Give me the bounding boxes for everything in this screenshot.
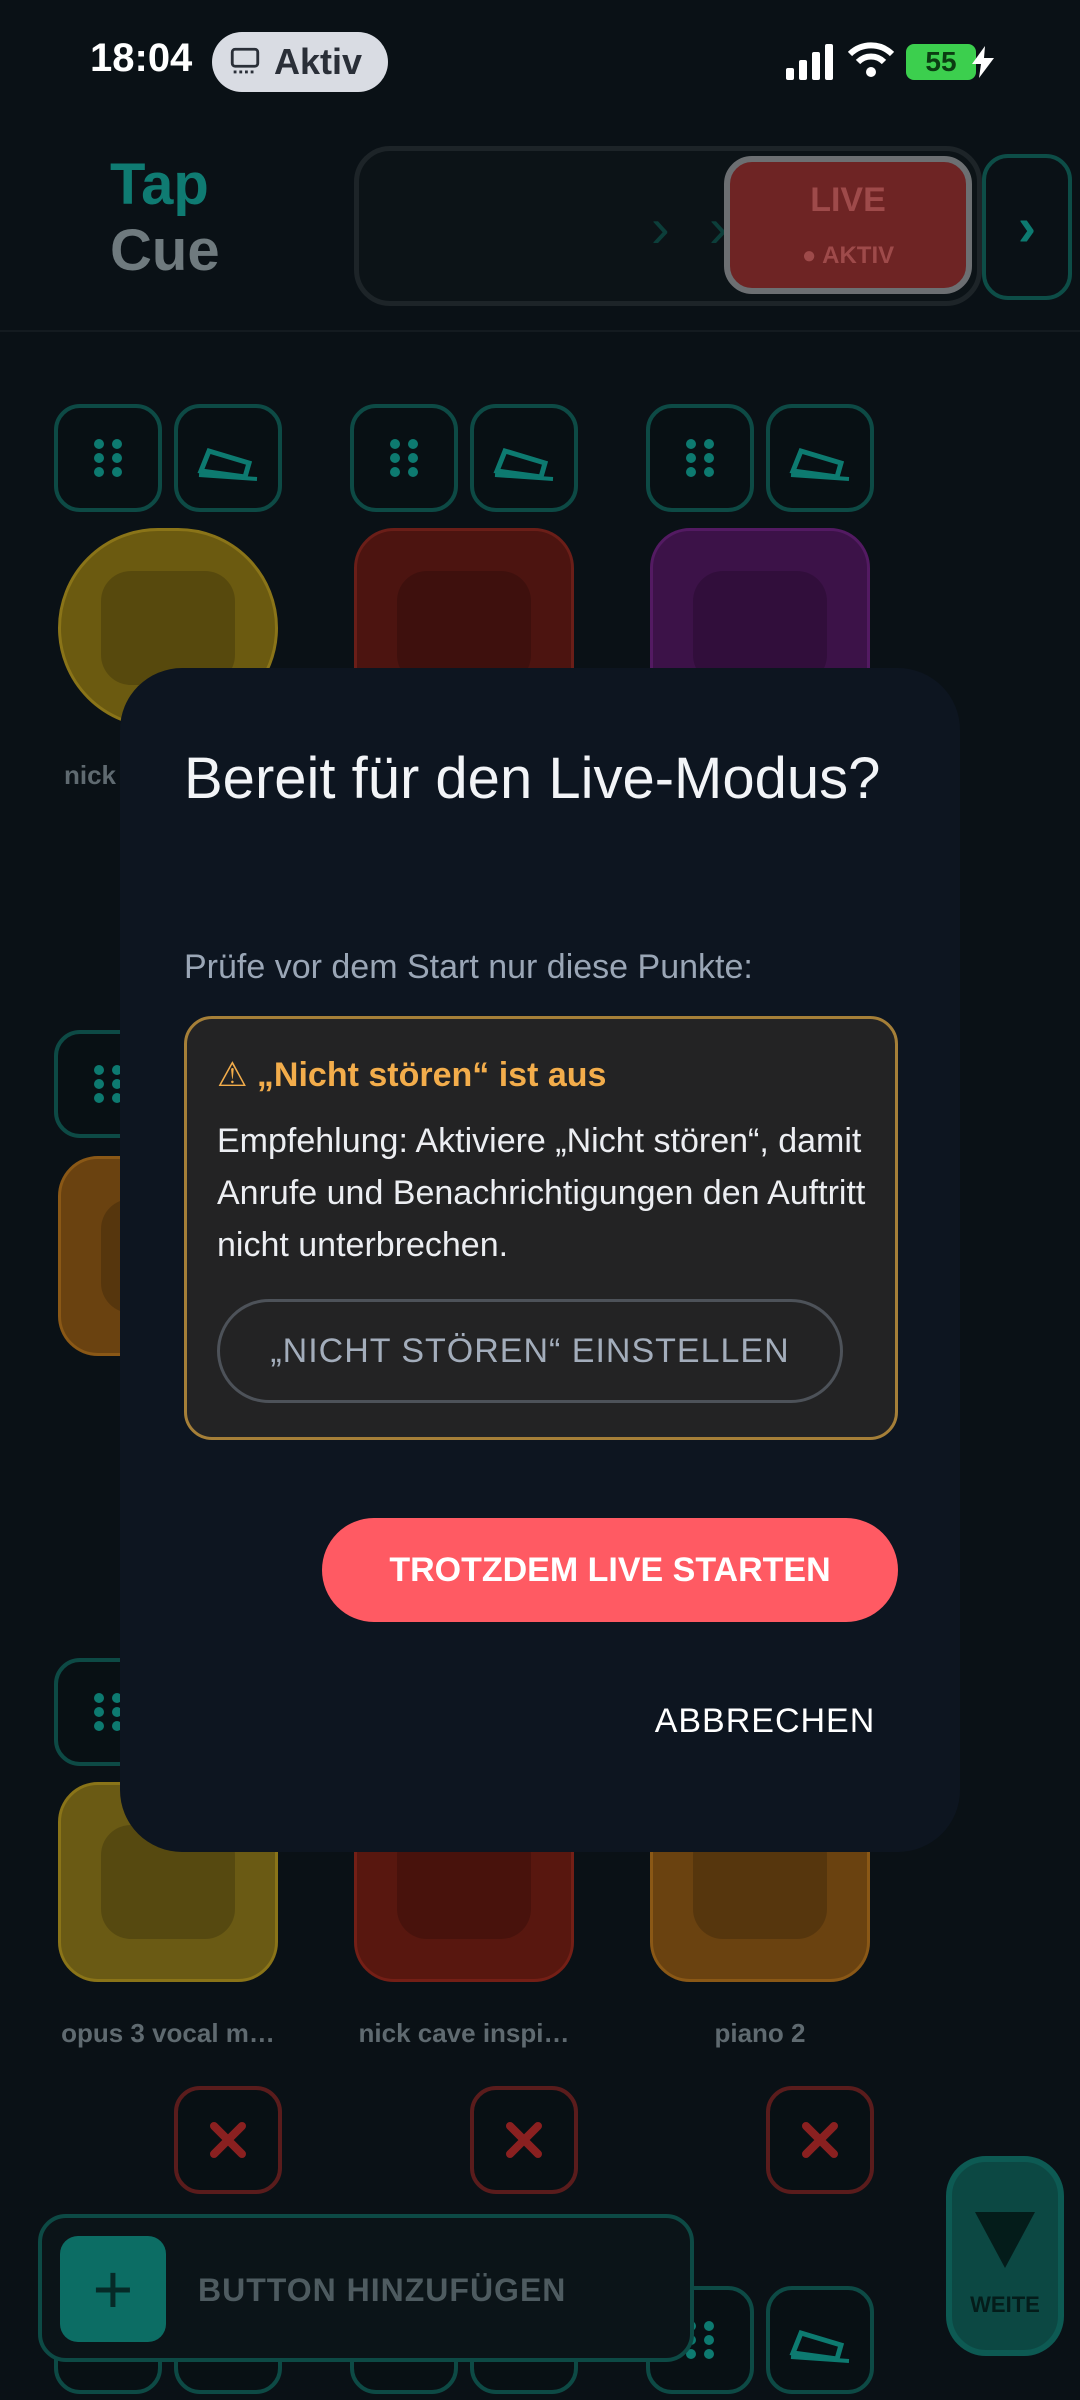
- dnd-warning-card: ⚠ „Nicht stören“ ist aus Empfehlung: Akt…: [184, 1016, 898, 1440]
- start-live-button[interactable]: TROTZDEM LIVE STARTEN: [322, 1518, 898, 1622]
- dialog-title: Bereit für den Live-Modus?: [184, 746, 881, 811]
- live-mode-dialog: Bereit für den Live-Modus? Prüfe vor dem…: [120, 668, 960, 1852]
- cancel-button[interactable]: ABBRECHEN: [630, 1686, 900, 1756]
- warning-title: ⚠ „Nicht stören“ ist aus: [217, 1056, 607, 1094]
- dialog-subtitle: Prüfe vor dem Start nur diese Punkte:: [184, 948, 753, 986]
- dnd-settings-button[interactable]: „NICHT STÖREN“ EINSTELLEN: [217, 1299, 843, 1403]
- warning-body: Empfehlung: Aktiviere „Nicht stören“, da…: [217, 1122, 866, 1264]
